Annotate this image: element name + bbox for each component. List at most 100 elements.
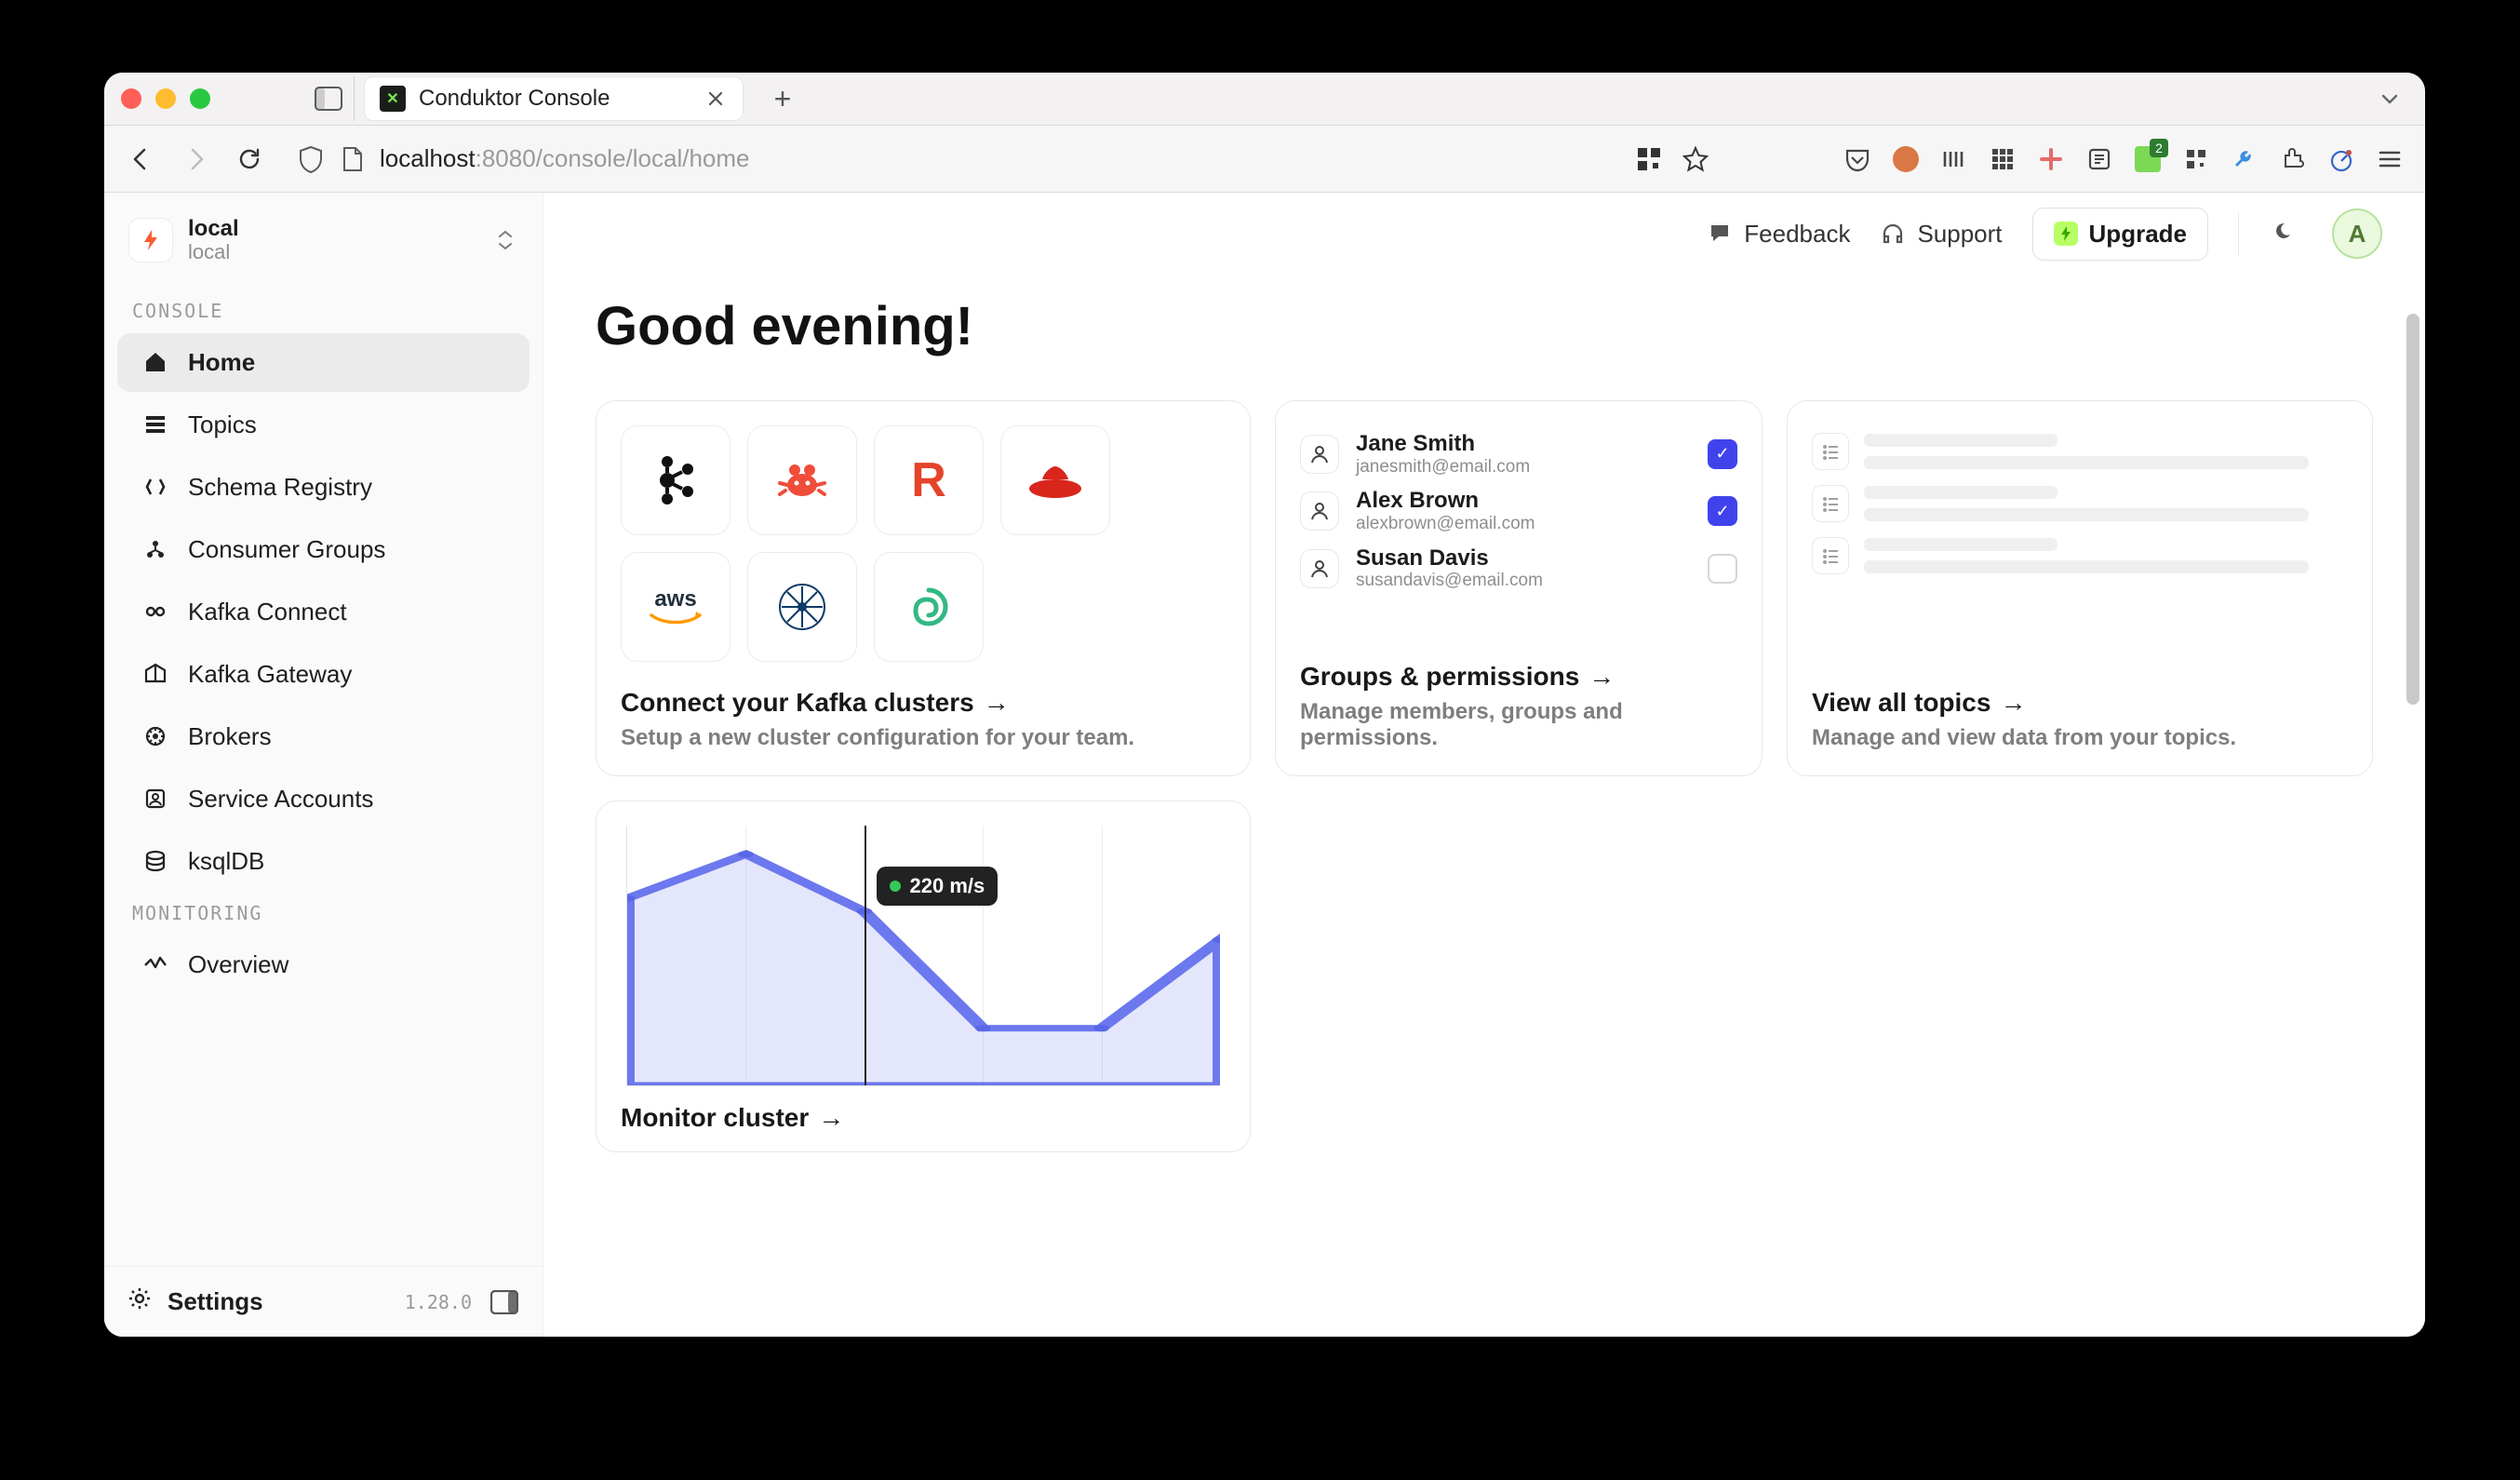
- site-info-icon[interactable]: [339, 146, 365, 172]
- user-name: Susan Davis: [1356, 545, 1691, 572]
- user-checkbox[interactable]: ✓: [1708, 439, 1737, 469]
- plus-medical-icon[interactable]: [2036, 144, 2066, 174]
- settings-label: Settings: [168, 1287, 263, 1316]
- grid-icon[interactable]: [1988, 144, 2017, 174]
- card-connect-subtitle: Setup a new cluster configuration for yo…: [621, 725, 1226, 751]
- user-row: Susan Davis susandavis@email.com: [1300, 540, 1737, 597]
- schema-icon: [141, 473, 169, 501]
- maximize-window-button[interactable]: [190, 88, 210, 109]
- titlebar: ✕ Conduktor Console +: [104, 73, 2425, 126]
- forward-button[interactable]: [179, 142, 212, 176]
- user-checkbox[interactable]: [1708, 554, 1737, 584]
- cluster-picker[interactable]: local local: [123, 211, 524, 270]
- pocket-icon[interactable]: [1843, 144, 1872, 174]
- sidebar-item-ksqldb[interactable]: ksqlDB: [117, 832, 529, 891]
- chart-area: 220 m/s: [626, 826, 1220, 1086]
- sidebar-toggle-icon[interactable]: [313, 86, 344, 112]
- card-groups-subtitle: Manage members, groups and permissions.: [1300, 699, 1737, 751]
- topics-icon: [141, 410, 169, 438]
- theme-toggle-button[interactable]: [2269, 217, 2302, 250]
- note-icon[interactable]: [2084, 144, 2114, 174]
- tabs-overflow-button[interactable]: [2371, 80, 2408, 117]
- speed-icon[interactable]: [2326, 144, 2356, 174]
- profile-avatar-icon[interactable]: [1891, 144, 1921, 174]
- topbar: Feedback Support Upgrade A: [543, 193, 2425, 275]
- app-viewport: local local CONSOLE Home Topics: [104, 193, 2425, 1337]
- aws-logo-icon: aws: [621, 552, 731, 662]
- skeleton-row: [1812, 478, 2348, 530]
- sidebar-item-brokers[interactable]: Brokers: [117, 707, 529, 766]
- chart-svg: [627, 826, 1220, 1085]
- user-email: susandavis@email.com: [1356, 571, 1691, 591]
- support-label: Support: [1917, 220, 2002, 249]
- card-connect-clusters[interactable]: R aws Connect your Kafka clusters →: [596, 400, 1251, 776]
- section-label-monitoring: MONITORING: [104, 893, 543, 934]
- minimize-window-button[interactable]: [155, 88, 176, 109]
- sidebar-item-settings[interactable]: Settings: [127, 1285, 263, 1318]
- bookmark-star-icon[interactable]: [1681, 144, 1710, 174]
- redhat-logo-icon: [1000, 425, 1110, 535]
- scrollbar[interactable]: [2406, 314, 2419, 1327]
- sidebar-item-service-accounts[interactable]: Service Accounts: [117, 770, 529, 828]
- feedback-link[interactable]: Feedback: [1707, 220, 1850, 249]
- back-button[interactable]: [125, 142, 158, 176]
- sidebar-item-topics[interactable]: Topics: [117, 396, 529, 454]
- user-row: Alex Brown alexbrown@email.com ✓: [1300, 482, 1737, 539]
- puzzle-icon[interactable]: [2278, 144, 2308, 174]
- close-tab-button[interactable]: [704, 87, 728, 111]
- cluster-logo-icon: [128, 218, 173, 262]
- card-monitor-cluster[interactable]: 220 m/s Monitor cluster →: [596, 801, 1251, 1152]
- sidebar-item-kafka-gateway[interactable]: Kafka Gateway: [117, 645, 529, 704]
- collapse-sidebar-button[interactable]: [489, 1286, 520, 1318]
- url-text: localhost:8080/console/local/home: [380, 144, 750, 173]
- svg-text:aws: aws: [654, 586, 696, 612]
- user-avatar[interactable]: A: [2332, 209, 2382, 259]
- close-window-button[interactable]: [121, 88, 141, 109]
- wrench-icon[interactable]: [2230, 144, 2259, 174]
- shield-icon[interactable]: [298, 146, 324, 172]
- groups-icon: [141, 535, 169, 563]
- support-link[interactable]: Support: [1880, 220, 2002, 249]
- version-label: 1.28.0: [405, 1291, 472, 1313]
- qr-icon[interactable]: [1634, 144, 1664, 174]
- green-app-icon[interactable]: 2: [2133, 144, 2163, 174]
- sidebar-item-label: Topics: [188, 410, 257, 439]
- tab-separator: [354, 76, 355, 121]
- extension-row: 2: [1843, 144, 2405, 174]
- sidebar-item-label: Schema Registry: [188, 473, 372, 502]
- apps-icon[interactable]: [2181, 144, 2211, 174]
- sidebar-item-kafka-connect[interactable]: Kafka Connect: [117, 583, 529, 641]
- sidebar-item-overview[interactable]: Overview: [117, 935, 529, 994]
- crab-logo-icon: [747, 425, 857, 535]
- upgrade-button[interactable]: Upgrade: [2032, 208, 2208, 261]
- cluster-name: local: [188, 217, 477, 241]
- chart-cursor: [865, 826, 866, 1085]
- reload-button[interactable]: [233, 142, 266, 176]
- gear-icon: [127, 1285, 153, 1318]
- user-icon: [1300, 491, 1339, 531]
- tooltip-value: 220 m/s: [910, 874, 985, 898]
- bars-icon[interactable]: [1939, 144, 1969, 174]
- sidebar-item-label: Home: [188, 348, 255, 377]
- addressbar-actions: [1634, 144, 1710, 174]
- sidebar-item-schema-registry[interactable]: Schema Registry: [117, 458, 529, 517]
- user-checkbox[interactable]: ✓: [1708, 496, 1737, 526]
- card-view-topics[interactable]: View all topics → Manage and view data f…: [1787, 400, 2373, 776]
- page-title: Good evening!: [596, 295, 2373, 357]
- chart-tooltip: 220 m/s: [877, 867, 999, 906]
- feedback-label: Feedback: [1744, 220, 1850, 249]
- sidebar-footer: Settings 1.28.0: [104, 1266, 543, 1337]
- sidebar-item-label: Kafka Connect: [188, 598, 347, 626]
- card-groups-permissions[interactable]: Jane Smith janesmith@email.com ✓ Alex Br…: [1275, 400, 1763, 776]
- accounts-icon: [141, 785, 169, 813]
- new-tab-button[interactable]: +: [766, 82, 799, 115]
- sidebar-item-home[interactable]: Home: [117, 333, 529, 392]
- browser-tab[interactable]: ✕ Conduktor Console: [364, 76, 744, 121]
- urlbox[interactable]: localhost:8080/console/local/home: [287, 144, 1614, 173]
- bolt-icon: [2054, 222, 2078, 246]
- scrollbar-thumb[interactable]: [2406, 314, 2419, 705]
- upgrade-label: Upgrade: [2089, 220, 2187, 249]
- sidebar-item-consumer-groups[interactable]: Consumer Groups: [117, 520, 529, 579]
- menu-icon[interactable]: [2375, 144, 2405, 174]
- cluster-caret-icon: [492, 221, 518, 260]
